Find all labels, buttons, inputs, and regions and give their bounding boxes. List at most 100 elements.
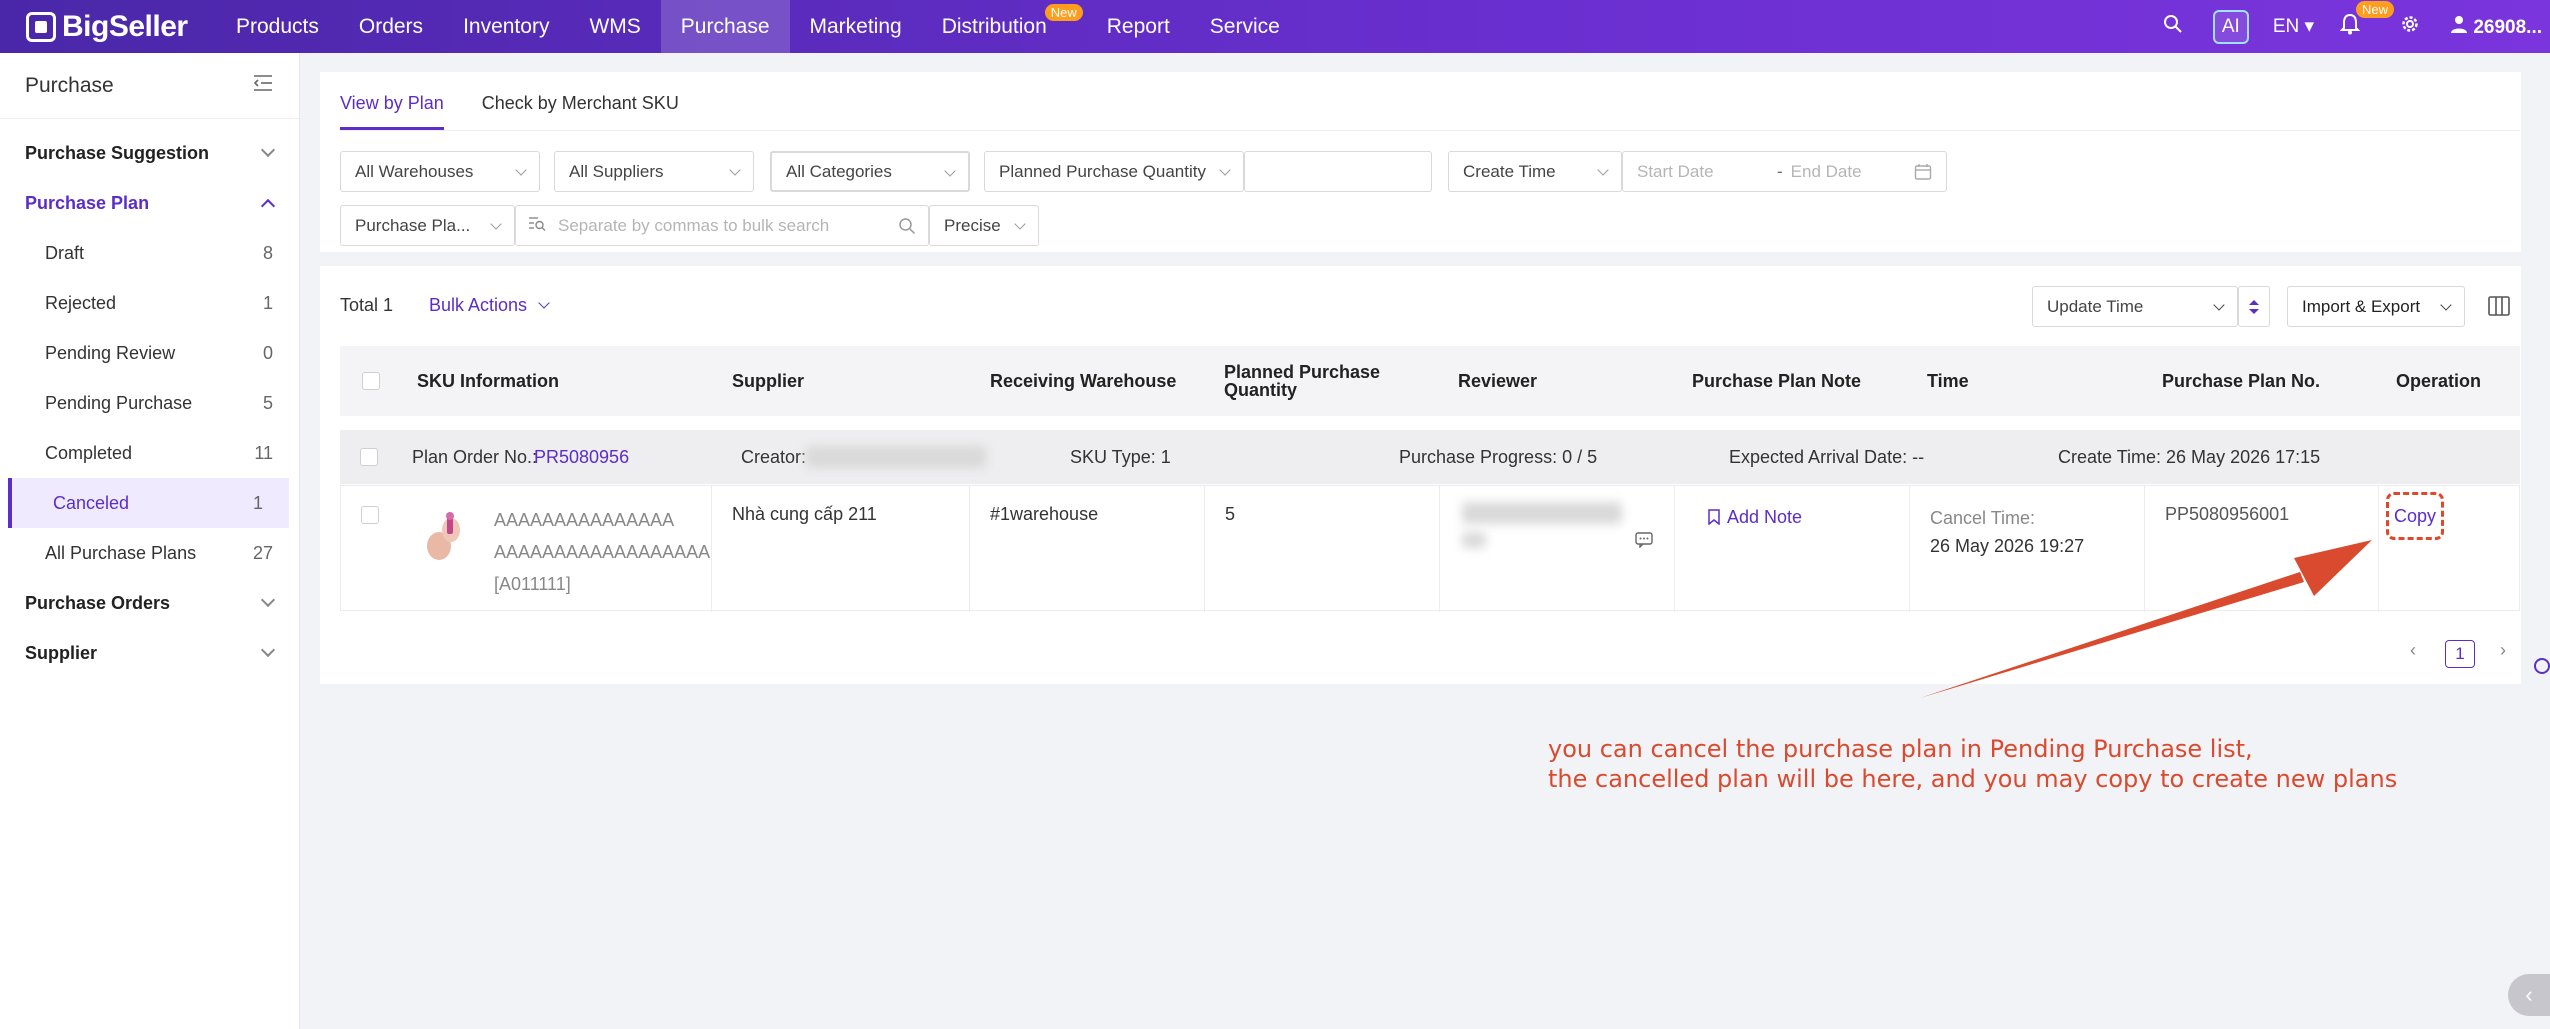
bulk-actions-dropdown[interactable]: Bulk Actions	[429, 295, 550, 316]
item-count: 5	[262, 392, 273, 413]
sidebar-group-supplier[interactable]: Supplier	[0, 628, 299, 678]
select-value: All Suppliers	[569, 161, 664, 181]
date-separator: -	[1777, 161, 1783, 181]
warehouse-cell: #1warehouse	[970, 486, 1205, 612]
expand-panel-button[interactable]: ‹	[2508, 974, 2550, 1016]
table-header: SKU Information Supplier Receiving Wareh…	[340, 346, 2520, 416]
bell-icon[interactable]: New	[2339, 0, 2395, 41]
item-label: Pending Purchase	[45, 392, 193, 413]
sort-order-toggle[interactable]	[2238, 286, 2270, 327]
nav-products[interactable]: Products	[216, 0, 339, 53]
sidebar-item-all-purchase-plans[interactable]: All Purchase Plans 27	[0, 528, 299, 578]
next-page-icon[interactable]: ›	[2500, 640, 2506, 661]
import-export-label: Import & Export	[2302, 296, 2421, 316]
sidebar-group-purchase-suggestion[interactable]: Purchase Suggestion	[0, 128, 299, 178]
item-label: Rejected	[45, 292, 117, 313]
col-supplier: Supplier	[732, 371, 805, 391]
nav-label: Orders	[358, 14, 424, 38]
nav-wms[interactable]: WMS	[569, 0, 660, 53]
add-note-label: Add Note	[1727, 507, 1803, 527]
search-input[interactable]: Separate by commas to bulk search	[515, 205, 929, 246]
collapse-sidebar-icon[interactable]	[253, 74, 273, 98]
sort-field-select[interactable]: Update Time	[2032, 286, 2238, 327]
sidebar-item-canceled[interactable]: Canceled 1	[8, 478, 289, 528]
nav-distribution[interactable]: Distribution New	[922, 0, 1087, 53]
bigseller-logo[interactable]: BigSeller	[26, 10, 216, 44]
copy-button[interactable]: Copy	[2386, 492, 2444, 540]
warehouse-select[interactable]: All Warehouses	[340, 151, 540, 192]
nav-service[interactable]: Service	[1190, 0, 1300, 53]
start-date-placeholder: Start Date	[1637, 161, 1714, 181]
search-icon[interactable]	[898, 217, 916, 240]
chevron-down-icon	[490, 218, 502, 230]
gear-icon[interactable]	[2400, 14, 2420, 40]
search-field-select[interactable]: Purchase Pla...	[340, 205, 515, 246]
time-type-select[interactable]: Create Time	[1448, 151, 1622, 192]
quantity-cell: 5	[1205, 486, 1440, 612]
select-all-checkbox[interactable]	[362, 346, 380, 416]
chevron-down-icon	[729, 164, 741, 176]
scroll-indicator-icon	[2534, 658, 2550, 674]
tab-check-by-merchant-sku[interactable]: Check by Merchant SKU	[482, 80, 679, 130]
sku-name-line2[interactable]: AAAAAAAAAAAAAAAAAA	[494, 536, 710, 568]
nav-purchase[interactable]: Purchase	[660, 0, 790, 53]
nav-inventory[interactable]: Inventory	[443, 0, 569, 53]
view-tabs: View by Plan Check by Merchant SKU	[340, 80, 717, 130]
comment-icon[interactable]	[1635, 532, 1653, 553]
quantity-input[interactable]	[1244, 151, 1432, 192]
column-settings-icon[interactable]	[2488, 296, 2510, 321]
sidebar-group-purchase-orders[interactable]: Purchase Orders	[0, 578, 299, 628]
match-mode-select[interactable]: Precise	[929, 205, 1039, 246]
category-select[interactable]: All Categories	[770, 151, 970, 192]
chevron-down-icon	[1597, 164, 1609, 176]
language-selector[interactable]: EN ▾	[2273, 15, 2314, 38]
row-checkbox[interactable]	[361, 506, 379, 524]
group-checkbox[interactable]	[360, 448, 378, 466]
sidebar-title: Purchase	[25, 73, 114, 97]
import-export-button[interactable]: Import & Export	[2287, 286, 2465, 327]
sidebar-item-completed[interactable]: Completed 11	[0, 428, 299, 478]
user-id: 26908...	[2473, 16, 2542, 38]
sku-name-line1[interactable]: AAAAAAAAAAAAAAA	[494, 504, 710, 536]
nav-marketing[interactable]: Marketing	[790, 0, 922, 53]
sidebar-item-pending-purchase[interactable]: Pending Purchase 5	[0, 378, 299, 428]
nav-label: Distribution	[941, 14, 1047, 38]
sku-cell: AAAAAAAAAAAAAAA AAAAAAAAAAAAAAAAAA [A011…	[341, 486, 712, 612]
item-count: 1	[252, 492, 263, 513]
date-range-picker[interactable]: Start Date - End Date	[1622, 151, 1947, 192]
total-count: Total 1	[340, 295, 394, 315]
page-1[interactable]: 1	[2445, 640, 2475, 668]
planned-quantity: 5	[1225, 504, 1236, 524]
add-note-button[interactable]: Add Note	[1707, 507, 1802, 528]
sidebar-group-purchase-plan[interactable]: Purchase Plan	[0, 178, 299, 228]
user-menu[interactable]: 26908...	[2450, 15, 2542, 39]
nav-orders[interactable]: Orders	[339, 0, 443, 53]
ai-button[interactable]: AI	[2212, 9, 2249, 44]
search-icon[interactable]	[2163, 14, 2183, 40]
col-purchase-plan-no: Purchase Plan No.	[2162, 371, 2321, 391]
item-count: 27	[252, 542, 273, 563]
bulk-search-icon[interactable]	[528, 215, 546, 236]
nav-report[interactable]: Report	[1087, 0, 1190, 53]
tabs-divider	[340, 130, 2520, 131]
sidebar-item-rejected[interactable]: Rejected 1	[0, 278, 299, 328]
sidebar: Purchase Purchase Suggestion Purchase Pl…	[0, 53, 300, 1029]
quantity-type-select[interactable]: Planned Purchase Quantity	[984, 151, 1244, 192]
creator-label: Creator:	[741, 447, 807, 467]
tab-view-by-plan[interactable]: View by Plan	[340, 80, 444, 130]
language-label: EN	[2272, 16, 2300, 37]
nav-label: Report	[1106, 14, 1170, 38]
chevron-down-icon	[944, 165, 956, 177]
product-thumbnail[interactable]	[421, 508, 469, 564]
brand-name: BigSeller	[62, 9, 188, 43]
sidebar-item-draft[interactable]: Draft 8	[0, 228, 299, 278]
select-value: All Warehouses	[355, 161, 474, 181]
sort-icon	[2249, 299, 2259, 314]
item-label: Pending Review	[45, 342, 176, 363]
checkbox[interactable]	[362, 372, 380, 390]
top-nav-bar: BigSeller Products Orders Inventory WMS …	[0, 0, 2550, 53]
plan-order-link[interactable]: PR5080956	[534, 447, 629, 468]
sidebar-item-pending-review[interactable]: Pending Review 0	[0, 328, 299, 378]
prev-page-icon[interactable]: ‹	[2410, 640, 2416, 661]
supplier-select[interactable]: All Suppliers	[554, 151, 754, 192]
